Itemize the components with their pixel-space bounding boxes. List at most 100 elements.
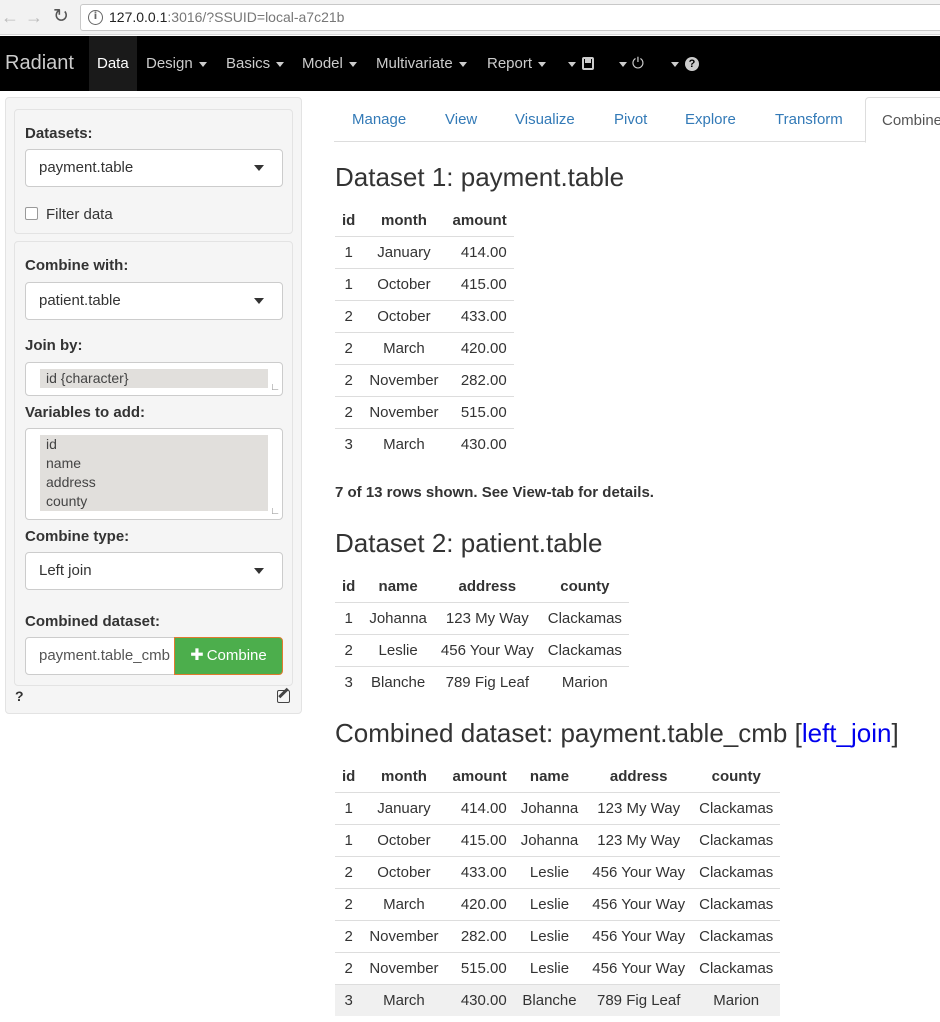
column-header[interactable]: amount <box>445 761 514 793</box>
edit-report-icon[interactable] <box>277 690 290 703</box>
resize-handle-icon[interactable]: ∟ <box>270 383 280 393</box>
variable-option[interactable]: id <box>40 435 268 454</box>
table-row: 2 November 515.00 <box>335 395 514 428</box>
table-cell: March <box>362 331 446 364</box>
tab-combine[interactable]: Combine <box>865 97 940 143</box>
table-cell: Clackamas <box>692 791 781 824</box>
combine-type-value: Left join <box>39 562 92 579</box>
join-type-link[interactable]: left_join <box>802 718 892 748</box>
combine-well: Combine with: patient.table Join by: id … <box>14 241 293 686</box>
question-circle-icon: ? <box>685 57 699 72</box>
table-cell: Blanche <box>362 665 434 698</box>
tab-visualize[interactable]: Visualize <box>515 97 575 142</box>
plus-icon: ✚ <box>190 647 204 664</box>
nav-power-menu[interactable]: ⏻ <box>613 36 644 91</box>
info-icon[interactable]: i <box>88 10 103 25</box>
table-row: 2 Leslie 456 Your Way Clackamas <box>335 633 629 666</box>
column-header[interactable]: county <box>692 761 781 793</box>
table-cell: 3 <box>335 665 363 698</box>
combine-type-select[interactable]: Left join <box>25 552 283 590</box>
tab-view[interactable]: View <box>445 97 477 142</box>
table-row: 1 January 414.00 <box>335 235 514 268</box>
table-cell: 282.00 <box>445 363 514 396</box>
variable-option[interactable]: county <box>40 492 268 511</box>
address-bar[interactable]: i 127.0.0.1:3016/?SSUID=local-a7c21b <box>80 4 940 31</box>
table-row: 3 March 430.00 Blanche 789 Fig Leaf Marion <box>335 983 781 1016</box>
nav-save-menu[interactable] <box>562 36 594 91</box>
filter-data-row[interactable]: Filter data <box>25 206 113 223</box>
table-cell: 3 <box>335 427 363 460</box>
column-header[interactable]: name <box>362 571 434 603</box>
table-header-row: id month amount <box>335 205 514 237</box>
join-by-listbox[interactable]: id {character} ∟ <box>25 362 283 396</box>
datasets-select[interactable]: payment.table <box>25 149 283 187</box>
table-cell: October <box>362 267 446 300</box>
table-cell: 2 <box>335 633 363 666</box>
table-cell: 2 <box>335 855 363 888</box>
nav-help-menu[interactable]: ? <box>665 36 699 91</box>
combined-dataset-input[interactable]: payment.table_cmb <box>25 637 175 675</box>
table-row: 1 October 415.00 Johanna 123 My Way Clackamas <box>335 823 781 856</box>
nav-design-menu[interactable]: Design <box>146 36 207 91</box>
datasets-label: Datasets: <box>25 125 93 142</box>
tab-manage[interactable]: Manage <box>352 97 406 142</box>
nav-data[interactable]: Data <box>89 36 137 91</box>
nav-report-menu[interactable]: Report <box>487 36 547 91</box>
join-by-option[interactable]: id {character} <box>40 369 268 388</box>
variables-listbox[interactable]: id name address county ∟ <box>25 428 283 520</box>
table-cell: Leslie <box>513 919 586 952</box>
column-header[interactable]: amount <box>445 205 514 237</box>
variable-option[interactable]: name <box>40 454 268 473</box>
forward-arrow-icon[interactable]: → <box>24 6 44 28</box>
save-icon <box>582 56 594 70</box>
combine-with-label: Combine with: <box>25 257 129 274</box>
table-cell: October <box>362 299 446 332</box>
power-icon: ⏻ <box>632 55 644 72</box>
column-header[interactable]: id <box>335 571 363 603</box>
chevron-down-icon <box>348 61 357 67</box>
tab-explore[interactable]: Explore <box>685 97 736 142</box>
table-cell: 1 <box>335 601 363 634</box>
column-header[interactable]: id <box>335 205 363 237</box>
table-cell: 2 <box>335 887 363 920</box>
back-arrow-icon[interactable]: ← <box>0 6 20 28</box>
nav-multivariate-menu[interactable]: Multivariate <box>376 36 467 91</box>
table-cell: Clackamas <box>692 855 781 888</box>
table-cell: 2 <box>335 299 363 332</box>
table-cell: Clackamas <box>692 951 781 984</box>
table-cell: Clackamas <box>692 887 781 920</box>
table-cell: 2 <box>335 363 363 396</box>
combined-table: id month amount name address county 1 January 41… <box>335 761 781 1016</box>
tab-transform[interactable]: Transform <box>775 97 843 142</box>
filter-data-checkbox[interactable] <box>25 207 38 220</box>
tab-pivot[interactable]: Pivot <box>614 97 647 142</box>
variable-option[interactable]: address <box>40 473 268 492</box>
combined-title-prefix: Combined dataset: payment.table_cmb [ <box>335 718 802 748</box>
column-header[interactable]: county <box>540 571 629 603</box>
nav-model-menu[interactable]: Model <box>302 36 357 91</box>
table-cell: 789 Fig Leaf <box>585 983 693 1016</box>
brand-logo[interactable]: Radiant <box>5 36 74 91</box>
resize-handle-icon[interactable]: ∟ <box>270 507 280 517</box>
table-cell: Clackamas <box>692 919 781 952</box>
combine-with-select[interactable]: patient.table <box>25 282 283 320</box>
column-header[interactable]: id <box>335 761 363 793</box>
table-cell: November <box>362 919 446 952</box>
variables-label: Variables to add: <box>25 404 146 421</box>
nav-basics-menu[interactable]: Basics <box>226 36 285 91</box>
combine-button[interactable]: ✚ Combine <box>174 637 283 675</box>
column-header[interactable]: name <box>513 761 586 793</box>
combine-button-label: Combine <box>206 647 267 664</box>
column-header[interactable]: address <box>585 761 693 793</box>
help-icon[interactable]: ? <box>15 688 24 704</box>
reload-icon[interactable]: ↻ <box>51 6 71 28</box>
dataset1-table: id month amount 1 January 414.00 1 October 415.0… <box>335 205 514 460</box>
chevron-down-icon <box>276 61 285 67</box>
nav-model-label: Model <box>302 55 343 72</box>
column-header[interactable]: month <box>362 761 446 793</box>
column-header[interactable]: address <box>433 571 541 603</box>
app-navbar: Radiant Data Design Basics Model Multiva… <box>0 36 940 91</box>
column-header[interactable]: month <box>362 205 446 237</box>
rows-shown-note: 7 of 13 rows shown. See View-tab for det… <box>335 484 654 501</box>
table-cell: 2 <box>335 951 363 984</box>
